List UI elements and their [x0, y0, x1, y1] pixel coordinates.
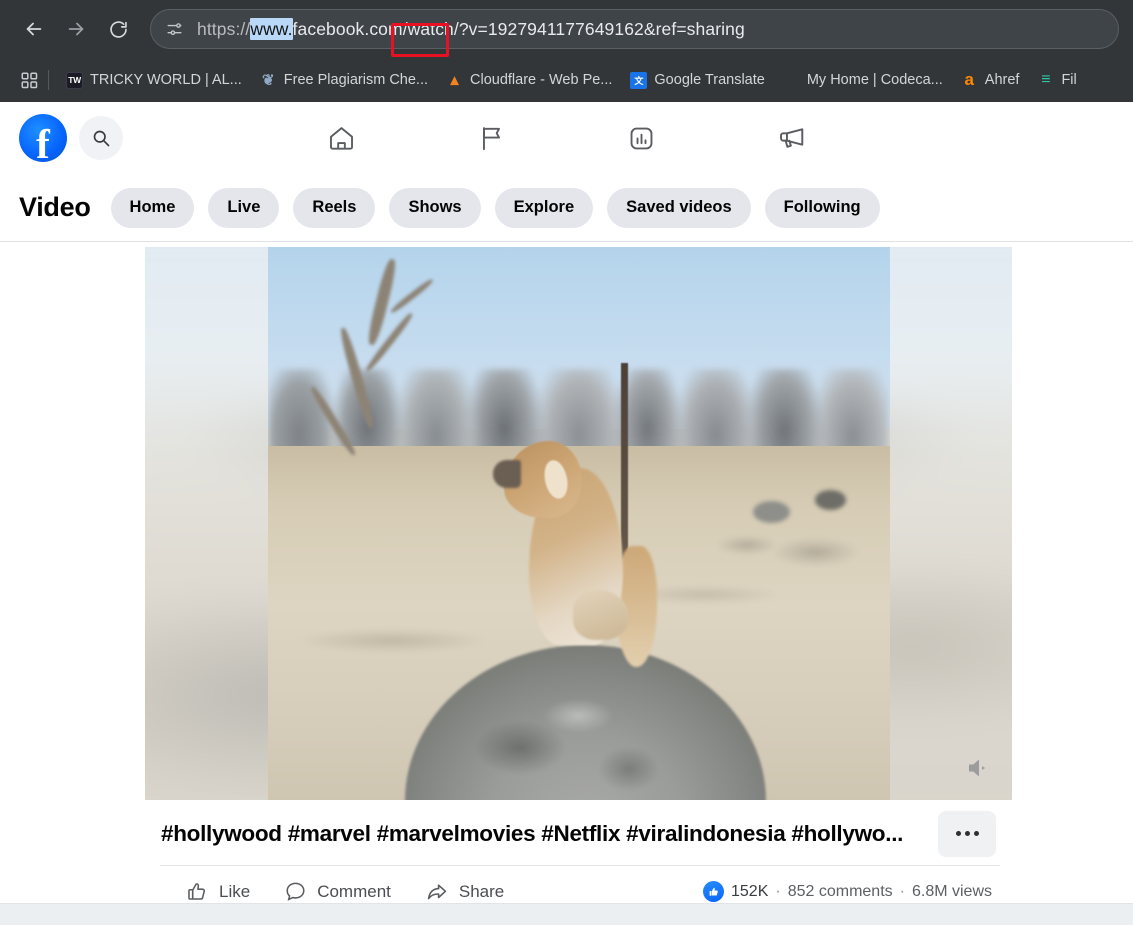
bookmark-label: Fil [1061, 72, 1077, 88]
more-options-button[interactable] [938, 810, 996, 857]
tab-home[interactable]: Home [110, 187, 195, 228]
tab-reels[interactable]: Reels [293, 187, 376, 228]
ahrefs-favicon: a [964, 71, 975, 89]
file-favicon: ≡ [1041, 71, 1051, 89]
bookmark-label: Cloudflare - Web Pe... [470, 72, 613, 88]
video-tab-bar: Video Home Live Reels Shows Explore Save… [0, 174, 1133, 242]
facebook-nav [0, 102, 1133, 174]
browser-toolbar: https://www.facebook.com/watch/?v=192794… [0, 0, 1133, 58]
url-text[interactable]: https://www.facebook.com/watch/?v=192794… [197, 17, 745, 40]
back-button[interactable] [14, 9, 54, 49]
like-label: Like [219, 881, 251, 901]
page-bottom-strip [0, 903, 1133, 925]
apps-grid-icon[interactable] [12, 72, 46, 89]
video-player[interactable] [145, 247, 1012, 800]
bookmark-codecademy[interactable]: My Home | Codeca... [774, 68, 952, 93]
bookmark-fil[interactable]: ≡ Fil [1028, 68, 1085, 93]
facebook-f-glyph: f [36, 121, 50, 162]
tw-favicon: TW [66, 71, 83, 89]
search-input[interactable] [79, 116, 123, 160]
bookmark-label: Ahref [984, 72, 1020, 88]
cloudflare-favicon: ▴ [450, 72, 459, 89]
comment-count[interactable]: 852 comments [788, 883, 893, 901]
url-scheme: https:// [197, 18, 251, 39]
tab-following[interactable]: Following [764, 187, 880, 228]
facebook-logo-icon[interactable]: f [19, 114, 67, 162]
tab-saved-videos[interactable]: Saved videos [607, 187, 751, 228]
tab-shows[interactable]: Shows [389, 187, 481, 228]
bookmarks-bar: TW TRICKY WORLD | AL... ❦ Free Plagiaris… [0, 58, 1133, 102]
volume-button[interactable] [955, 744, 1003, 792]
bookmark-label: Google Translate [654, 72, 765, 88]
bookmark-label: Free Plagiarism Che... [283, 72, 429, 88]
bookmark-label: TRICKY WORLD | AL... [90, 72, 242, 88]
video-stage: #hollywood #marvel #marvelmovies #Netfli… [0, 242, 1133, 902]
bookmark-google-translate[interactable]: 文 Google Translate [621, 68, 773, 93]
address-bar[interactable]: https://www.facebook.com/watch/?v=192794… [150, 9, 1119, 57]
scene-dead-branch [305, 257, 473, 458]
nav-ads-manager[interactable] [567, 110, 717, 166]
stat-separator: · [775, 882, 781, 900]
tab-live[interactable]: Live [208, 187, 280, 228]
post-stats: 152K · 852 comments · 6.8M views [703, 881, 1000, 902]
post-caption: #hollywood #marvel #marvelmovies #Netfli… [161, 820, 904, 846]
bookmark-tricky-world[interactable]: TW TRICKY WORLD | AL... [57, 68, 251, 93]
bookmarks-divider [48, 70, 49, 90]
facebook-header: f [0, 102, 1133, 174]
comment-button[interactable]: Comment [284, 880, 391, 903]
reload-button[interactable] [98, 9, 138, 49]
browser-chrome: https://www.facebook.com/watch/?v=192794… [0, 0, 1133, 102]
bookmark-ahref[interactable]: a Ahref [952, 68, 1029, 93]
bookmark-label: My Home | Codeca... [806, 72, 943, 88]
reaction-count: 152K [731, 882, 769, 900]
like-reaction-icon [703, 881, 724, 902]
codecademy-favicon [783, 72, 800, 89]
url-remainder: facebook.com/watch/?v=1927941177649162&r… [292, 18, 745, 39]
site-permissions-icon[interactable] [165, 20, 191, 39]
video-content [268, 247, 890, 800]
ellipsis-icon [955, 831, 979, 836]
forward-button[interactable] [56, 9, 96, 49]
tab-explore[interactable]: Explore [494, 187, 594, 228]
nav-home[interactable] [267, 110, 417, 166]
share-button[interactable]: Share [425, 880, 504, 904]
facebook-page: f Video Home Live Reels Shows Explore Sa… [0, 102, 1133, 925]
view-count: 6.8M views [911, 882, 992, 900]
url-selected-www[interactable]: www. [250, 17, 293, 40]
stat-separator: · [899, 882, 905, 900]
animal-snout [493, 459, 522, 488]
google-translate-favicon: 文 [630, 71, 648, 89]
nav-megaphone[interactable] [717, 110, 867, 166]
bookmark-free-plagiarism[interactable]: ❦ Free Plagiarism Che... [251, 68, 437, 93]
comment-label: Comment [317, 881, 391, 901]
share-label: Share [458, 881, 505, 901]
nav-pages-flag[interactable] [417, 110, 567, 166]
like-button[interactable]: Like [186, 880, 250, 903]
page-title: Video [19, 192, 91, 222]
post-caption-row: #hollywood #marvel #marvelmovies #Netfli… [145, 802, 1012, 865]
plagiarism-favicon: ❦ [261, 72, 275, 89]
bookmark-cloudflare[interactable]: ▴ Cloudflare - Web Pe... [437, 68, 621, 93]
